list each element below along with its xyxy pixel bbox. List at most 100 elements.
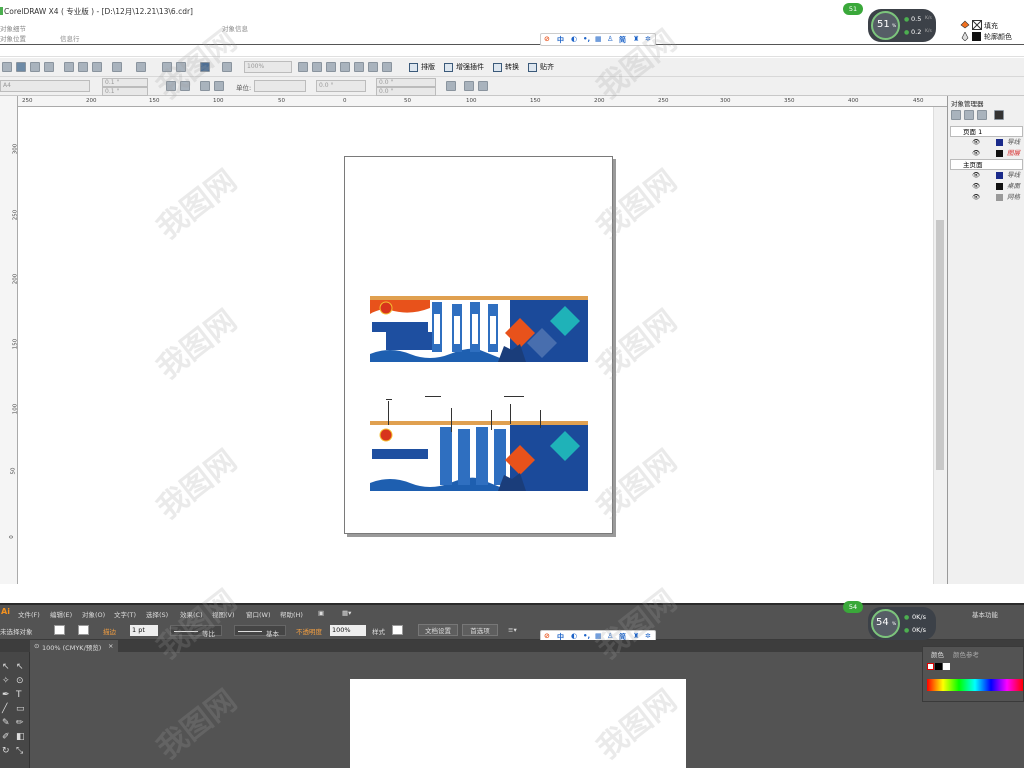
zoom-page-icon[interactable] xyxy=(354,62,364,72)
type-tool-icon[interactable]: T xyxy=(16,690,22,700)
menu-help[interactable]: 帮助(H) xyxy=(280,609,303,619)
new-icon[interactable] xyxy=(2,62,12,72)
settings-gear-icon[interactable]: ✲ xyxy=(645,632,651,640)
nudge-x-input[interactable]: 0.1 " xyxy=(102,78,148,87)
ime-chinese-mode[interactable]: 中 xyxy=(557,35,564,45)
landscape-icon[interactable] xyxy=(180,81,190,91)
menu-edit[interactable]: 编辑(E) xyxy=(50,609,72,619)
toolbar-typeset-button[interactable]: 排版 xyxy=(409,61,435,74)
options-icon[interactable] xyxy=(478,81,488,91)
welcome-icon[interactable] xyxy=(222,62,232,72)
stroke-label[interactable]: 描边 xyxy=(103,626,116,636)
layer-row-layer[interactable]: 👁 图层 xyxy=(950,148,1023,159)
opacity-input[interactable]: 100% xyxy=(330,625,366,636)
shirt-icon[interactable]: ♜ xyxy=(633,35,639,43)
menu-effect[interactable]: 效果(C) xyxy=(180,609,203,619)
save-icon[interactable] xyxy=(30,62,40,72)
moon-icon[interactable]: ◐ xyxy=(571,35,577,43)
layer-row-page1[interactable]: 页面 1 xyxy=(950,126,1023,137)
opacity-label[interactable]: 不透明度 xyxy=(296,626,322,636)
layer-row-grid[interactable]: 👁 网格 xyxy=(950,192,1023,203)
color-guide-tab[interactable]: 颜色参考 xyxy=(953,649,979,659)
toolbar-snap-button[interactable]: 贴齐 xyxy=(528,61,554,74)
copy-icon[interactable] xyxy=(78,62,88,72)
unit-combo[interactable] xyxy=(254,80,306,92)
illustrator-artboard[interactable] xyxy=(350,679,686,768)
rectangle-tool-icon[interactable]: ▭ xyxy=(16,704,25,714)
preferences-button[interactable]: 首选项 xyxy=(462,624,498,636)
open-icon[interactable] xyxy=(16,62,26,72)
none-swatch[interactable] xyxy=(927,663,934,670)
eye-icon[interactable]: 👁 xyxy=(972,192,980,203)
pencil-tool-icon[interactable]: ✏ xyxy=(16,718,24,728)
selection-tool-icon[interactable]: ↖ xyxy=(2,662,10,672)
magic-wand-tool-icon[interactable]: ✧ xyxy=(2,676,10,686)
user-icon[interactable]: ♙ xyxy=(607,35,613,43)
keyboard-icon[interactable]: ▦ xyxy=(595,632,602,640)
layer-row-master-guides[interactable]: 👁 导线 xyxy=(950,170,1023,181)
bridge-icon[interactable]: ▣ xyxy=(318,609,324,617)
menu-object[interactable]: 对象(O) xyxy=(82,609,105,619)
align-icon[interactable]: ≡▾ xyxy=(508,626,517,634)
zoom-out-icon[interactable] xyxy=(312,62,322,72)
arrange-docs-icon[interactable]: ▦▾ xyxy=(342,609,351,617)
menu-type[interactable]: 文字(T) xyxy=(114,609,136,619)
color-spectrum[interactable] xyxy=(927,679,1023,691)
zoom-combo[interactable]: 100% xyxy=(244,61,292,73)
eraser-tool-icon[interactable]: ◧ xyxy=(16,732,25,742)
zoom-selected-icon[interactable] xyxy=(326,62,336,72)
layer-row-guides[interactable]: 👁 导线 xyxy=(950,137,1023,148)
current-page-icon[interactable] xyxy=(214,81,224,91)
close-tab-icon[interactable]: × xyxy=(108,642,113,650)
black-swatch[interactable] xyxy=(935,663,942,670)
banner-design-bottom[interactable] xyxy=(370,421,588,491)
print-icon[interactable] xyxy=(44,62,54,72)
color-tab[interactable]: 颜色 xyxy=(931,649,944,659)
banner-design-top[interactable] xyxy=(370,296,588,362)
document-setup-button[interactable]: 文档设置 xyxy=(418,624,458,636)
dup-x-input[interactable]: 0.0 " xyxy=(376,78,436,87)
nudge-y-input[interactable]: 0.1 " xyxy=(102,87,148,96)
moon-icon[interactable]: ◐ xyxy=(571,632,577,640)
net-speed-widget-top[interactable]: 51 % ● 0.5 K/s ● 0.2 K/s xyxy=(868,9,936,42)
menu-window[interactable]: 窗口(W) xyxy=(246,609,271,619)
menu-file[interactable]: 文件(F) xyxy=(18,609,40,619)
paste-icon[interactable] xyxy=(92,62,102,72)
redo-icon[interactable] xyxy=(136,62,146,72)
line-tool-icon[interactable]: ╱ xyxy=(2,704,7,714)
scale-tool-icon[interactable]: ⤡ xyxy=(16,746,23,756)
portrait-icon[interactable] xyxy=(166,81,176,91)
stroke-weight-input[interactable]: 1 pt xyxy=(130,625,158,636)
page-size-combo[interactable]: A4 xyxy=(0,80,90,92)
cut-icon[interactable] xyxy=(64,62,74,72)
settings-gear-icon[interactable]: ✲ xyxy=(645,35,651,43)
rotate-tool-icon[interactable]: ↻ xyxy=(2,746,10,756)
all-pages-icon[interactable] xyxy=(200,81,210,91)
angle-input[interactable]: 0.0 ° xyxy=(316,80,366,92)
toolbar-convert-button[interactable]: 转换 xyxy=(493,61,519,74)
keyboard-icon[interactable]: ▦ xyxy=(595,35,602,43)
punct-icon[interactable]: •, xyxy=(583,35,590,43)
eye-icon[interactable]: 👁 xyxy=(972,181,980,192)
menu-select[interactable]: 选择(S) xyxy=(146,609,168,619)
eye-icon[interactable]: 👁 xyxy=(972,170,980,181)
lasso-tool-icon[interactable]: ⊙ xyxy=(16,676,24,686)
export-icon[interactable] xyxy=(176,62,186,72)
punct-icon[interactable]: •, xyxy=(583,632,590,640)
ime-toolbar-top[interactable]: ⊘ 中 ◐ •, ▦ ♙ 简 ♜ ✲ xyxy=(540,33,656,46)
white-swatch[interactable] xyxy=(943,663,950,670)
toolbar-plugin-button[interactable]: 增强插件 xyxy=(444,61,484,74)
stroke-swatch[interactable] xyxy=(78,625,89,635)
user-icon[interactable]: ♙ xyxy=(607,632,613,640)
zoom-all-icon[interactable] xyxy=(340,62,350,72)
net-speed-widget-bottom[interactable]: 54 % ● 0K/s ● 0K/s xyxy=(868,607,936,640)
units-icon[interactable] xyxy=(446,81,456,91)
direct-selection-tool-icon[interactable]: ↖ xyxy=(16,662,24,672)
brush-tool-icon[interactable]: ✎ xyxy=(2,718,10,728)
zoom-width-icon[interactable] xyxy=(368,62,378,72)
horizontal-ruler[interactable]: 250 200 150 100 50 0 50 100 150 200 250 … xyxy=(18,96,948,107)
vertical-scrollbar-thumb[interactable] xyxy=(936,220,944,470)
app-launcher-icon[interactable] xyxy=(200,62,210,72)
eye-icon[interactable]: 👁 xyxy=(972,148,980,159)
shirt-icon[interactable]: ♜ xyxy=(633,632,639,640)
